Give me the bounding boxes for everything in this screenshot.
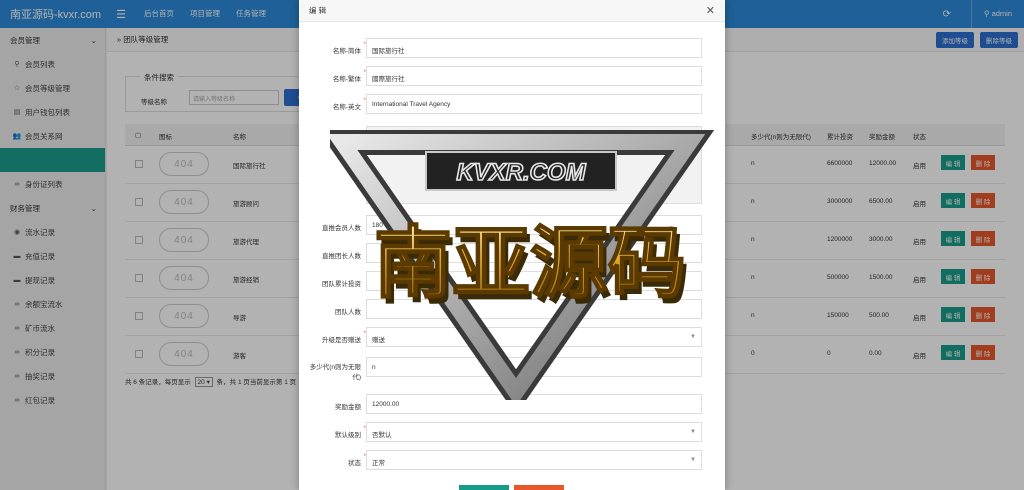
label-text: 名称-繁体 — [332, 76, 361, 83]
levels-input[interactable]: n — [366, 357, 702, 377]
field-label: 名称-繁体 * — [332, 70, 366, 83]
icon-upload-box[interactable]: 等级图标 — [366, 126, 702, 204]
label-text: 状态 — [348, 460, 361, 467]
field-label: 状态 * — [348, 454, 366, 467]
label-text: 名称-简体 — [332, 48, 361, 55]
upgrade-select[interactable]: 赠送 ▼ — [366, 327, 702, 347]
label-text: 默认级别 — [335, 432, 361, 439]
field-label: 名称-英文 * — [332, 98, 366, 111]
field-label: 默认级别 * — [335, 426, 366, 439]
field-label: 团队累计投资 — [322, 281, 361, 288]
team-count-input[interactable] — [366, 299, 702, 319]
edit-modal: 编 辑 ✕ 名称-简体 * 国际旅行社 名称-繁体 * 國際旅行社 名称-英文 * I… — [299, 0, 725, 490]
direct-team-input[interactable] — [366, 243, 702, 263]
select-value: 正常 — [372, 460, 385, 467]
field-label: 名称-简体 * — [332, 42, 366, 55]
field-label: 团队人数 — [335, 309, 361, 316]
reward-input[interactable]: 12000.00 — [366, 394, 702, 414]
field-label: 升级是否赠送 * — [322, 331, 366, 344]
field-label: 奖励金额 — [335, 404, 361, 411]
team-perf-input[interactable] — [366, 271, 702, 291]
chevron-down-icon: ▼ — [690, 457, 696, 463]
select-value: 赠送 — [372, 337, 385, 344]
label-text: 名称-英文 — [332, 104, 361, 111]
field-label: 直推团长人数 — [322, 253, 361, 260]
label-text: 升级是否赠送 — [322, 337, 361, 344]
close-icon[interactable]: ✕ — [706, 4, 715, 17]
submit-button[interactable] — [459, 485, 509, 490]
modal-title: 编 辑 — [309, 6, 327, 15]
name-en-input[interactable]: International Travel Agency — [366, 94, 702, 114]
name-cn-input[interactable]: 国际旅行社 — [366, 38, 702, 58]
field-label: 直推会员人数 — [322, 225, 361, 232]
direct-input[interactable]: 180 — [366, 215, 702, 235]
chevron-down-icon: ▼ — [690, 429, 696, 435]
chevron-down-icon: ▼ — [690, 334, 696, 340]
field-label: 等级图标 — [335, 133, 361, 140]
icon-box-title: 等级图标 — [521, 137, 547, 144]
default-select[interactable]: 否默认 ▼ — [366, 422, 702, 442]
name-tw-input[interactable]: 國際旅行社 — [366, 66, 702, 86]
status-select[interactable]: 正常 ▼ — [366, 450, 702, 470]
field-label: 多少代(n则为无限代) — [309, 364, 361, 381]
cancel-button[interactable] — [514, 485, 564, 490]
select-value: 否默认 — [372, 432, 392, 439]
modal-header: 编 辑 ✕ — [299, 0, 725, 22]
